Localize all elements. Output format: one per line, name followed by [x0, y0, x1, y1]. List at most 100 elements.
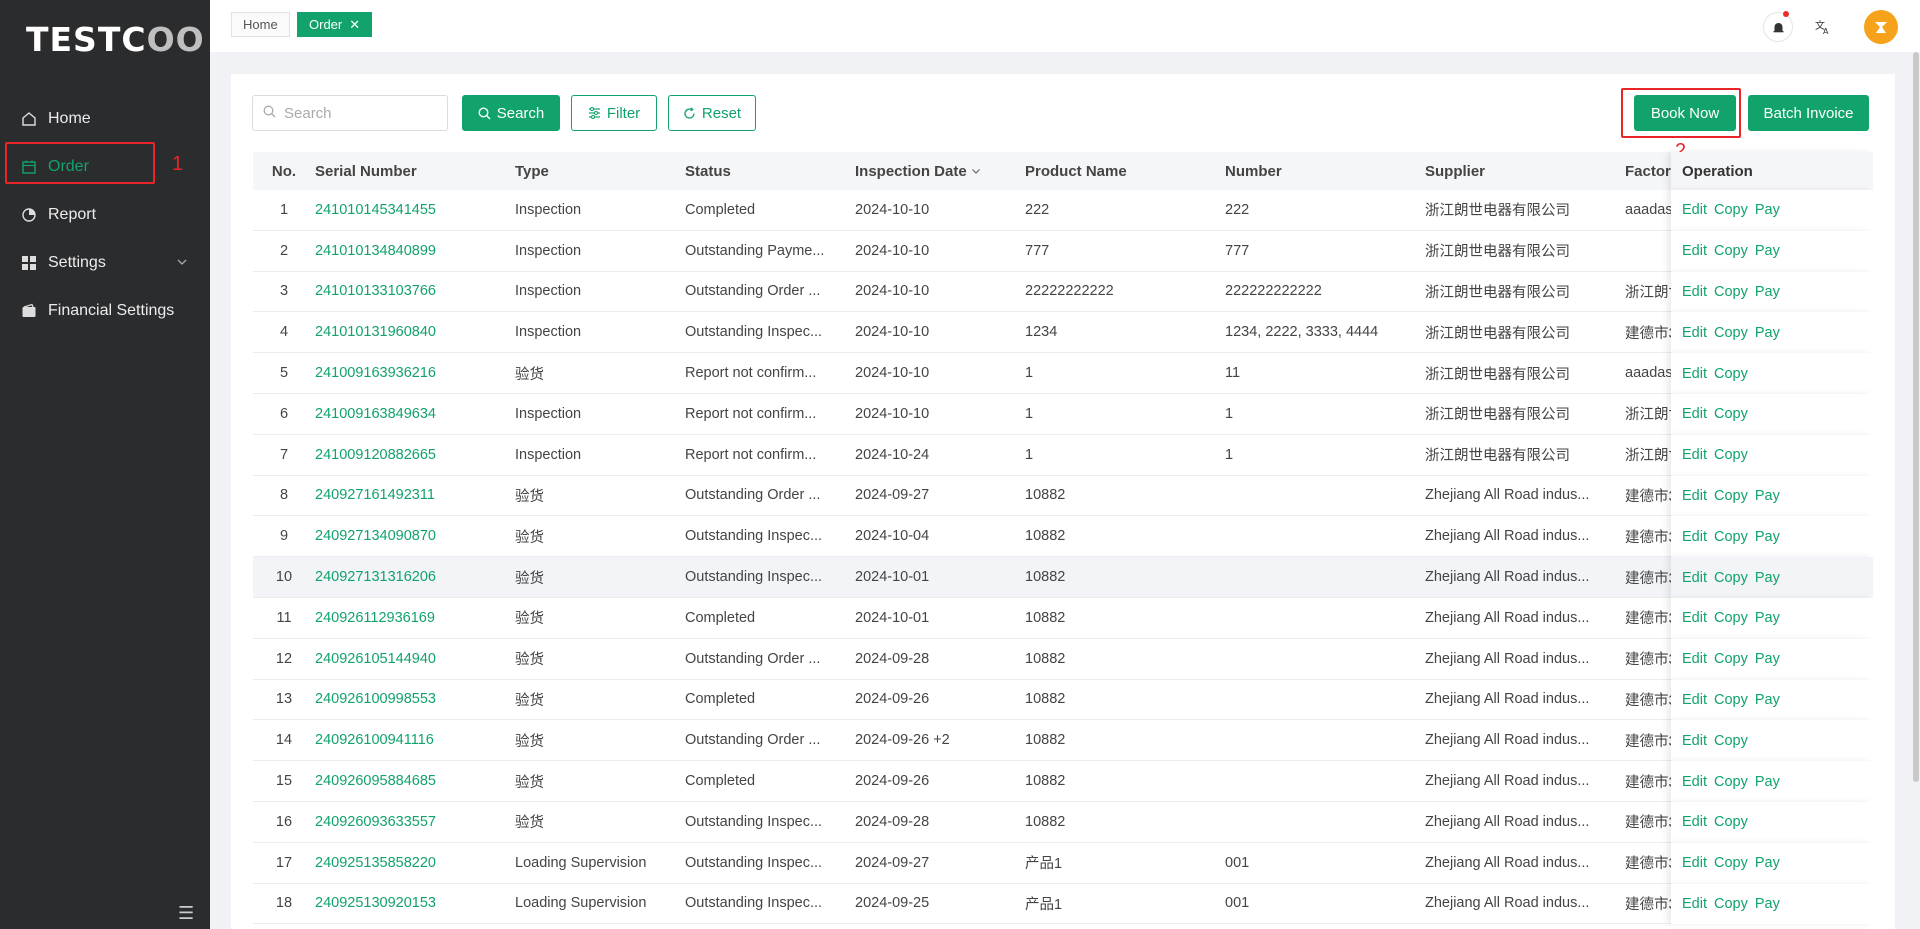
search-input[interactable]	[284, 104, 434, 122]
header-date[interactable]: Inspection Date	[855, 163, 1025, 180]
scrollbar[interactable]	[1913, 52, 1919, 782]
translate-icon[interactable]: 文A	[1808, 12, 1838, 42]
cell-serial[interactable]: 240925135858220	[315, 855, 515, 871]
edit-link[interactable]: Edit	[1682, 529, 1707, 545]
cell-serial[interactable]: 241010131960840	[315, 324, 515, 340]
edit-link[interactable]: Edit	[1682, 202, 1707, 218]
edit-link[interactable]: Edit	[1682, 447, 1707, 463]
cell-serial[interactable]: 240926100998553	[315, 691, 515, 707]
menu-collapse-icon[interactable]: ☰	[178, 903, 194, 924]
edit-link[interactable]: Edit	[1682, 651, 1707, 667]
cell-serial[interactable]: 240926100941116	[315, 732, 515, 748]
edit-link[interactable]: Edit	[1682, 284, 1707, 300]
copy-link[interactable]: Copy	[1714, 855, 1748, 871]
edit-link[interactable]: Edit	[1682, 896, 1707, 912]
edit-link[interactable]: Edit	[1682, 488, 1707, 504]
pay-link[interactable]: Pay	[1755, 774, 1780, 790]
copy-link[interactable]: Copy	[1714, 692, 1748, 708]
pay-link[interactable]: Pay	[1755, 855, 1780, 871]
copy-link[interactable]: Copy	[1714, 651, 1748, 667]
cell-serial[interactable]: 240926093633557	[315, 814, 515, 830]
copy-link[interactable]: Copy	[1714, 406, 1748, 422]
cell-serial[interactable]: 241009120882665	[315, 447, 515, 463]
filter-button[interactable]: Filter	[571, 95, 657, 131]
cell-serial[interactable]: 240926112936169	[315, 610, 515, 626]
tab-home[interactable]: Home	[231, 12, 290, 37]
cell-serial[interactable]: 241010145341455	[315, 202, 515, 218]
edit-link[interactable]: Edit	[1682, 610, 1707, 626]
copy-link[interactable]: Copy	[1714, 447, 1748, 463]
pay-link[interactable]: Pay	[1755, 896, 1780, 912]
pay-link[interactable]: Pay	[1755, 202, 1780, 218]
notification-bell-icon[interactable]	[1763, 11, 1793, 42]
edit-link[interactable]: Edit	[1682, 774, 1707, 790]
sidebar-item-report[interactable]: Report	[0, 191, 210, 239]
avatar[interactable]	[1864, 10, 1898, 44]
cell-serial[interactable]: 240927134090870	[315, 528, 515, 544]
search-input-wrapper[interactable]	[252, 95, 448, 131]
copy-link[interactable]: Copy	[1714, 325, 1748, 341]
table-row[interactable]: 12 240926105144940 验货 Outstanding Order ...…	[253, 639, 1873, 680]
close-icon[interactable]: ✕	[349, 17, 360, 33]
edit-link[interactable]: Edit	[1682, 243, 1707, 259]
cell-serial[interactable]: 241010134840899	[315, 243, 515, 259]
table-row[interactable]: 7 241009120882665 Inspection Report not con…	[253, 435, 1873, 476]
copy-link[interactable]: Copy	[1714, 733, 1748, 749]
cell-serial[interactable]: 240926105144940	[315, 651, 515, 667]
table-row[interactable]: 13 240926100998553 验货 Completed 2024-09-26 10…	[253, 680, 1873, 721]
edit-link[interactable]: Edit	[1682, 366, 1707, 382]
pay-link[interactable]: Pay	[1755, 651, 1780, 667]
cell-serial[interactable]: 241009163849634	[315, 406, 515, 422]
batch-invoice-button[interactable]: Batch Invoice	[1748, 95, 1869, 131]
edit-link[interactable]: Edit	[1682, 692, 1707, 708]
pay-link[interactable]: Pay	[1755, 488, 1780, 504]
table-row[interactable]: 16 240926093633557 验货 Outstanding Inspec...…	[253, 802, 1873, 843]
reset-button[interactable]: Reset	[668, 95, 756, 131]
search-button[interactable]: Search	[462, 95, 560, 131]
copy-link[interactable]: Copy	[1714, 814, 1748, 830]
pay-link[interactable]: Pay	[1755, 610, 1780, 626]
copy-link[interactable]: Copy	[1714, 243, 1748, 259]
table-row[interactable]: 3 241010133103766 Inspection Outstanding Or…	[253, 272, 1873, 313]
table-row[interactable]: 9 240927134090870 验货 Outstanding Inspec... 2…	[253, 516, 1873, 558]
cell-serial[interactable]: 241009163936216	[315, 365, 515, 381]
copy-link[interactable]: Copy	[1714, 366, 1748, 382]
table-row[interactable]: 18 240925130920153 Loading Supervision Outs…	[253, 884, 1873, 925]
sidebar-item-settings[interactable]: Settings	[0, 239, 210, 287]
cell-serial[interactable]: 240926095884685	[315, 773, 515, 789]
tab-order[interactable]: Order ✕	[297, 12, 373, 37]
table-row[interactable]: 15 240926095884685 验货 Completed 2024-09-26 10…	[253, 761, 1873, 802]
sidebar-item-home[interactable]: Home	[0, 95, 210, 143]
cell-serial[interactable]: 241010133103766	[315, 283, 515, 299]
table-row[interactable]: 2 241010134840899 Inspection Outstanding Pa…	[253, 231, 1873, 272]
edit-link[interactable]: Edit	[1682, 855, 1707, 871]
cell-serial[interactable]: 240927161492311	[315, 487, 515, 503]
pay-link[interactable]: Pay	[1755, 243, 1780, 259]
table-row[interactable]: 11 240926112936169 验货 Completed 2024-10-01 10…	[253, 598, 1873, 639]
edit-link[interactable]: Edit	[1682, 570, 1707, 586]
table-row[interactable]: 5 241009163936216 验货 Report not confirm... 2…	[253, 353, 1873, 394]
edit-link[interactable]: Edit	[1682, 814, 1707, 830]
copy-link[interactable]: Copy	[1714, 896, 1748, 912]
table-row[interactable]: 1 241010145341455 Inspection Completed 2024-…	[253, 190, 1873, 231]
copy-link[interactable]: Copy	[1714, 488, 1748, 504]
pay-link[interactable]: Pay	[1755, 570, 1780, 586]
copy-link[interactable]: Copy	[1714, 202, 1748, 218]
pay-link[interactable]: Pay	[1755, 692, 1780, 708]
table-row[interactable]: 6 241009163849634 Inspection Report not con…	[253, 394, 1873, 435]
pay-link[interactable]: Pay	[1755, 284, 1780, 300]
table-row[interactable]: 4 241010131960840 Inspection Outstanding In…	[253, 312, 1873, 354]
table-row[interactable]: 14 240926100941116 验货 Outstanding Order ...…	[253, 720, 1873, 762]
edit-link[interactable]: Edit	[1682, 733, 1707, 749]
copy-link[interactable]: Copy	[1714, 570, 1748, 586]
table-row[interactable]: 8 240927161492311 验货 Outstanding Order ... 2…	[253, 476, 1873, 517]
copy-link[interactable]: Copy	[1714, 774, 1748, 790]
pay-link[interactable]: Pay	[1755, 325, 1780, 341]
copy-link[interactable]: Copy	[1714, 610, 1748, 626]
edit-link[interactable]: Edit	[1682, 325, 1707, 341]
table-row[interactable]: 17 240925135858220 Loading Supervision Outs…	[253, 843, 1873, 884]
cell-serial[interactable]: 240927131316206	[315, 569, 515, 585]
copy-link[interactable]: Copy	[1714, 284, 1748, 300]
edit-link[interactable]: Edit	[1682, 406, 1707, 422]
copy-link[interactable]: Copy	[1714, 529, 1748, 545]
